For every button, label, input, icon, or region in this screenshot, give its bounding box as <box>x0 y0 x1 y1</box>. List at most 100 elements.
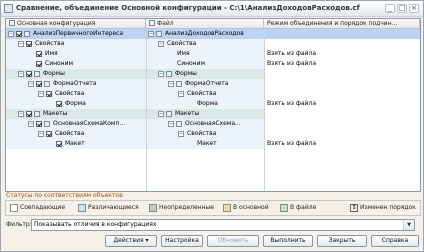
expand-toggle-icon[interactable]: − <box>18 41 24 47</box>
main-tree-cell[interactable]: − АнализПервичногоИнтереса <box>6 29 146 39</box>
column-header-main[interactable]: Основная конфигурация <box>6 19 146 29</box>
merge-checkbox[interactable] <box>36 61 42 67</box>
merge-checkbox[interactable] <box>46 131 52 137</box>
expand-toggle-icon[interactable]: − <box>158 111 164 117</box>
main-tree-cell[interactable]: Имя <box>6 49 146 59</box>
expand-toggle-icon[interactable]: − <box>168 81 174 87</box>
comparison-tree[interactable]: Основная конфигурация Файл Режим объедин… <box>5 18 421 192</box>
expand-toggle-icon[interactable]: − <box>18 71 24 77</box>
main-tree-cell[interactable]: Макет <box>6 139 146 149</box>
execute-button[interactable]: Выполнить <box>263 235 313 247</box>
tree-row[interactable]: Форма Форма Взять из файла <box>6 99 420 109</box>
merge-checkbox[interactable] <box>26 71 32 77</box>
chevron-down-icon[interactable]: ▼ <box>403 220 414 230</box>
expand-toggle-icon[interactable]: − <box>158 71 164 77</box>
refresh-button[interactable]: Обновить <box>207 235 259 247</box>
file-tree-cell[interactable]: − ОсновнаяСхема... <box>146 119 264 129</box>
expand-toggle-icon[interactable]: − <box>28 121 34 127</box>
column-header-mode[interactable]: Режим объединения и порядок подчин... <box>264 19 420 29</box>
expand-toggle-icon[interactable]: − <box>38 131 44 137</box>
expand-toggle-icon[interactable]: − <box>38 91 44 97</box>
main-tree-cell[interactable]: Форма <box>6 99 146 109</box>
merge-checkbox[interactable] <box>26 41 32 47</box>
tree-row[interactable]: − Свойства − Свойства <box>6 89 420 99</box>
main-tree-cell[interactable]: − Макеты <box>6 109 146 119</box>
close-button[interactable]: Закрыть <box>317 235 367 247</box>
merge-checkbox[interactable] <box>26 111 32 117</box>
file-tree-cell[interactable]: − Свойства <box>146 129 264 139</box>
merge-mode-cell[interactable] <box>264 79 420 89</box>
merge-mode-cell[interactable]: Взять из файла <box>264 99 420 109</box>
main-tree-cell[interactable]: − Формы <box>6 69 146 79</box>
main-item-label: АнализПервичногоИнтереса <box>33 30 124 37</box>
file-tree-cell[interactable]: Имя <box>146 49 264 59</box>
tree-row[interactable]: Имя Имя Взять из файла <box>6 49 420 59</box>
main-tree-cell[interactable]: Синоним <box>6 59 146 69</box>
settings-button[interactable]: Настройка <box>161 235 203 247</box>
expand-toggle-icon[interactable]: − <box>158 41 164 47</box>
actions-button[interactable]: Действия ▾ <box>105 235 157 247</box>
file-tree-cell[interactable]: − АнализДоходовРасходов <box>146 29 264 39</box>
expand-toggle-icon[interactable]: − <box>28 81 34 87</box>
merge-mode-cell[interactable] <box>264 69 420 79</box>
expand-toggle-icon[interactable]: − <box>178 91 184 97</box>
tree-row[interactable]: Макет Макет Взять из файла <box>6 139 420 149</box>
merge-checkbox[interactable] <box>36 121 42 127</box>
file-tree-cell[interactable]: − Свойства <box>146 39 264 49</box>
file-item-label: АнализДоходовРасходов <box>165 30 244 37</box>
filter-select[interactable]: Показывать отличия в конфигурациях ▼ <box>31 219 415 231</box>
merge-checkbox[interactable] <box>46 91 52 97</box>
main-tree-cell[interactable]: − ФормаОтчета <box>6 79 146 89</box>
expand-toggle-icon[interactable]: − <box>168 121 174 127</box>
merge-mode-cell[interactable] <box>264 129 420 139</box>
maximize-button[interactable]: □ <box>397 4 407 13</box>
merge-checkbox[interactable] <box>56 101 62 107</box>
main-tree-cell[interactable]: − Свойства <box>6 89 146 99</box>
merge-checkbox[interactable] <box>36 51 42 57</box>
file-tree-cell[interactable]: − Формы <box>146 69 264 79</box>
status-legend: Совпадающие Различающиеся Неопределенные… <box>5 200 421 216</box>
merge-checkbox[interactable] <box>16 31 22 37</box>
merge-mode-cell[interactable] <box>264 119 420 129</box>
merge-checkbox[interactable] <box>56 141 62 147</box>
merge-mode-cell[interactable]: Взять из файла <box>264 49 420 59</box>
tree-row[interactable]: − Формы − Формы <box>6 69 420 79</box>
file-item-label: ОсновнаяСхема... <box>185 120 241 127</box>
file-tree-cell[interactable]: − ФормаОтчета <box>146 79 264 89</box>
file-tree-cell[interactable]: Синоним <box>146 59 264 69</box>
main-item-label: ФормаОтчета <box>53 80 97 87</box>
main-tree-cell[interactable]: − Свойства <box>6 39 146 49</box>
file-tree-cell[interactable]: − Свойства <box>146 89 264 99</box>
expand-toggle-icon[interactable]: − <box>8 31 14 37</box>
column-header-file[interactable]: Файл <box>146 19 264 29</box>
title-bar: Сравнение, объединение Основной конфигур… <box>1 1 423 17</box>
minimize-button[interactable]: _ <box>385 4 395 13</box>
file-item-label: Свойства <box>187 130 217 137</box>
tree-row[interactable]: − Свойства − Свойства <box>6 129 420 139</box>
expand-toggle-icon[interactable]: − <box>178 131 184 137</box>
main-tree-cell[interactable]: − Свойства <box>6 129 146 139</box>
merge-mode-cell[interactable] <box>264 29 420 39</box>
legend-swatch-file <box>280 204 288 212</box>
tree-row[interactable]: − Свойства − Свойства <box>6 39 420 49</box>
close-window-button[interactable]: × <box>409 4 419 13</box>
main-tree-cell[interactable]: − ОсновнаяСхемаКомп... <box>6 119 146 129</box>
tree-row[interactable]: − АнализПервичногоИнтереса − АнализДоходовР… <box>6 29 420 39</box>
file-tree-cell[interactable]: Форма <box>146 99 264 109</box>
merge-mode-cell[interactable]: Взять из файла <box>264 139 420 149</box>
file-tree-cell[interactable]: Макет <box>146 139 264 149</box>
column-separator <box>146 29 147 191</box>
merge-mode-cell[interactable] <box>264 109 420 119</box>
file-tree-cell[interactable]: − Макеты <box>146 109 264 119</box>
tree-row[interactable]: − ФормаОтчета − ФормаОтчета <box>6 79 420 89</box>
expand-toggle-icon[interactable]: − <box>148 31 154 37</box>
tree-row[interactable]: − Макеты − Макеты <box>6 109 420 119</box>
merge-mode-cell[interactable]: Взять из файла <box>264 59 420 69</box>
merge-checkbox[interactable] <box>36 81 42 87</box>
merge-mode-cell[interactable] <box>264 39 420 49</box>
merge-mode-cell[interactable] <box>264 89 420 99</box>
expand-toggle-icon[interactable]: − <box>18 111 24 117</box>
tree-row[interactable]: Синоним Синоним Взять из файла <box>6 59 420 69</box>
help-button[interactable]: Справка <box>371 235 419 247</box>
tree-row[interactable]: − ОсновнаяСхемаКомп... − ОсновнаяСхема... <box>6 119 420 129</box>
